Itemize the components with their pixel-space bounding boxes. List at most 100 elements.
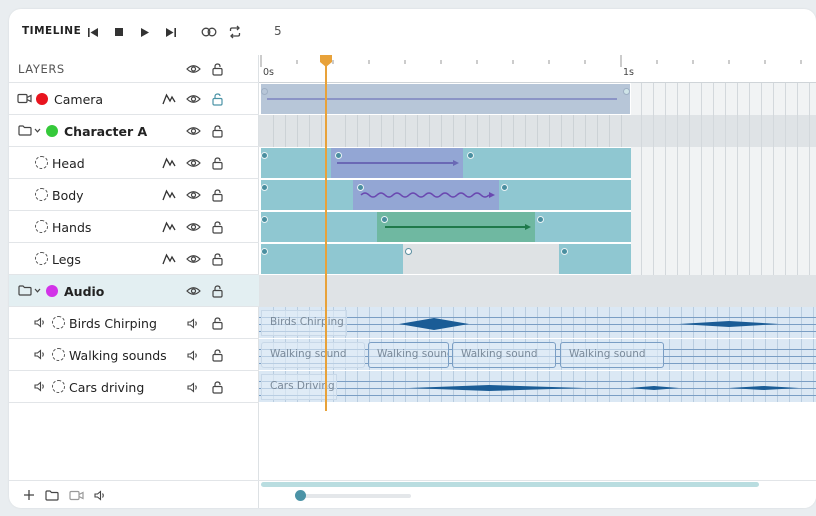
- play-icon[interactable]: [136, 23, 154, 41]
- layer-row-head[interactable]: Head: [9, 147, 259, 179]
- audio-clip-walking[interactable]: Walking sound: [560, 342, 664, 368]
- speaker-icon[interactable]: [185, 347, 201, 363]
- lock-icon[interactable]: [209, 187, 225, 203]
- keyframe-marker[interactable]: [261, 152, 268, 159]
- keyframe-marker[interactable]: [467, 152, 474, 159]
- eye-icon[interactable]: [185, 283, 201, 299]
- layer-row-camera[interactable]: Camera: [9, 83, 259, 115]
- layer-row-birds-chirping[interactable]: Birds Chirping: [9, 307, 259, 339]
- lock-icon[interactable]: [209, 379, 225, 395]
- lock-icon[interactable]: [209, 219, 225, 235]
- dashed-circle-icon: [35, 220, 48, 233]
- layers-header: LAYERS: [9, 55, 259, 83]
- keyframes-icon[interactable]: [161, 219, 177, 235]
- eye-icon[interactable]: [185, 155, 201, 171]
- layer-row-cars-driving[interactable]: Cars driving: [9, 371, 259, 403]
- layer-row-walking-sounds[interactable]: Walking sounds: [9, 339, 259, 371]
- lock-icon[interactable]: [209, 123, 225, 139]
- keyframe-marker[interactable]: [261, 216, 268, 223]
- audio-clip-birds[interactable]: Birds Chirping: [261, 310, 347, 336]
- layer-name: Camera: [54, 92, 104, 107]
- new-folder-icon[interactable]: [44, 487, 60, 503]
- skip-forward-icon[interactable]: [162, 23, 180, 41]
- zoom-slider-thumb[interactable]: [295, 490, 306, 501]
- eye-icon[interactable]: [185, 123, 201, 139]
- playhead[interactable]: [325, 55, 327, 411]
- lock-icon[interactable]: [209, 347, 225, 363]
- eye-icon[interactable]: [185, 219, 201, 235]
- eye-icon[interactable]: [185, 91, 201, 107]
- lock-icon[interactable]: [209, 283, 225, 299]
- layer-row-audio[interactable]: Audio: [9, 275, 259, 307]
- layers-title: LAYERS: [18, 62, 65, 76]
- keyframes-icon[interactable]: [161, 155, 177, 171]
- repeat-icon[interactable]: [226, 23, 244, 41]
- speaker-icon[interactable]: [185, 379, 201, 395]
- timeline-title: TIMELINE: [22, 25, 82, 37]
- keyframe-marker[interactable]: [335, 152, 342, 159]
- layer-row-character-a[interactable]: Character A: [9, 115, 259, 147]
- keyframe-marker[interactable]: [561, 248, 568, 255]
- stop-icon[interactable]: [110, 23, 128, 41]
- camera-icon: [17, 92, 32, 105]
- hands-motion-arrow: [385, 224, 531, 230]
- eye-icon[interactable]: [185, 251, 201, 267]
- playhead-handle[interactable]: [319, 55, 333, 67]
- frame-number: 5: [274, 24, 282, 38]
- timeline-area[interactable]: 0s 1s Birds Chirping Walking sound Walki…: [259, 55, 816, 508]
- keyframe-marker[interactable]: [261, 88, 268, 95]
- lock-icon[interactable]: [209, 315, 225, 331]
- keyframe-marker[interactable]: [261, 184, 268, 191]
- folder-icon: [17, 124, 32, 137]
- audio-clip-walking[interactable]: Walking sound: [368, 342, 449, 368]
- audio-clip-walking[interactable]: Walking sound: [261, 342, 365, 368]
- audio-clip-label: Walking sound: [461, 348, 538, 360]
- timeline-footer: [259, 480, 816, 508]
- legs-gap-segment[interactable]: [403, 244, 559, 274]
- lock-icon[interactable]: [209, 251, 225, 267]
- layer-row-hands[interactable]: Hands: [9, 211, 259, 243]
- layer-color-dot: [36, 93, 48, 105]
- layer-name: Birds Chirping: [69, 316, 157, 331]
- keyframe-marker[interactable]: [501, 184, 508, 191]
- add-icon[interactable]: [21, 487, 37, 503]
- speaker-icon: [33, 348, 46, 361]
- layer-name: Character A: [64, 124, 148, 139]
- keyframe-marker[interactable]: [537, 216, 544, 223]
- eye-icon[interactable]: [185, 187, 201, 203]
- loop-toggle-icon[interactable]: [200, 23, 218, 41]
- speaker-icon: [33, 316, 46, 329]
- folder-icon: [17, 284, 32, 297]
- unlock-icon[interactable]: [209, 91, 225, 107]
- zoom-slider[interactable]: [299, 494, 411, 498]
- dashed-circle-icon: [52, 380, 65, 393]
- layer-row-body[interactable]: Body: [9, 179, 259, 211]
- keyframes-icon[interactable]: [161, 251, 177, 267]
- skip-back-icon[interactable]: [84, 23, 102, 41]
- speaker-icon: [33, 380, 46, 393]
- time-ruler[interactable]: 0s 1s: [259, 55, 816, 83]
- add-camera-icon[interactable]: [68, 487, 84, 503]
- chevron-down-icon[interactable]: [33, 286, 41, 294]
- keyframe-marker[interactable]: [357, 184, 364, 191]
- layers-footer: [9, 480, 259, 508]
- layer-name: Head: [52, 156, 85, 171]
- dashed-circle-icon: [35, 156, 48, 169]
- layer-name: Cars driving: [69, 380, 145, 395]
- keyframes-icon[interactable]: [161, 91, 177, 107]
- keyframes-icon[interactable]: [161, 187, 177, 203]
- chevron-down-icon[interactable]: [33, 126, 41, 134]
- speaker-icon[interactable]: [185, 315, 201, 331]
- add-audio-icon[interactable]: [92, 487, 108, 503]
- layer-row-legs[interactable]: Legs: [9, 243, 259, 275]
- keyframe-marker[interactable]: [623, 88, 630, 95]
- keyframe-marker[interactable]: [405, 248, 412, 255]
- layer-color-dot: [46, 285, 58, 297]
- audio-clip-walking[interactable]: Walking sound: [452, 342, 556, 368]
- keyframe-marker[interactable]: [381, 216, 388, 223]
- lock-icon[interactable]: [209, 61, 225, 77]
- eye-icon[interactable]: [185, 61, 201, 77]
- keyframe-marker[interactable]: [261, 248, 268, 255]
- camera-motion-line: [267, 98, 617, 100]
- lock-icon[interactable]: [209, 155, 225, 171]
